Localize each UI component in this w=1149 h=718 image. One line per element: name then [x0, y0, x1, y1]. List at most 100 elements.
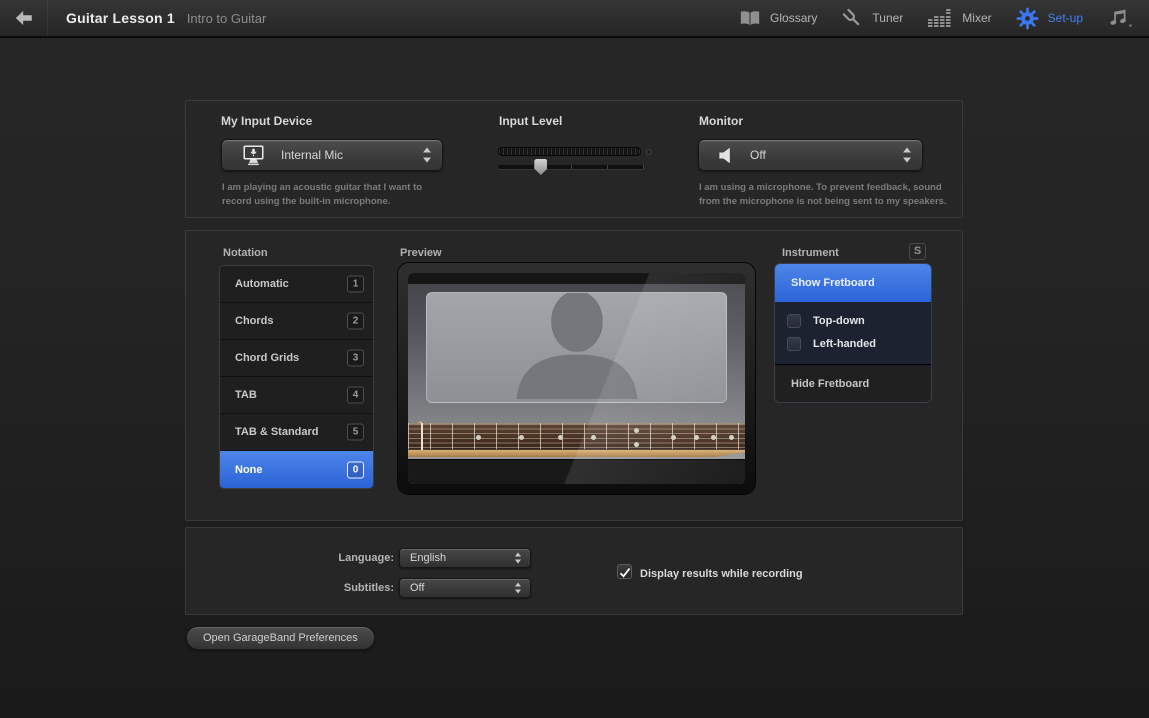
key-badge: 4 [347, 387, 364, 404]
show-fretboard-button[interactable]: Show Fretboard [775, 264, 931, 302]
fret-dot [519, 435, 524, 440]
notation-item-automatic[interactable]: Automatic 1 [220, 266, 373, 303]
clip-indicator-led [646, 149, 652, 155]
lesson-display-panel: Notation Automatic 1 Chords 2 Chord Grid… [185, 230, 963, 521]
key-badge: 0 [347, 461, 364, 478]
key-badge: 5 [347, 424, 364, 441]
garageband-lesson-window: Guitar Lesson 1 Intro to Guitar Glossary… [0, 0, 1149, 718]
monitor-dropdown[interactable]: Off [698, 139, 923, 171]
open-preferences-button[interactable]: Open GarageBand Preferences [186, 626, 375, 650]
notation-item-none[interactable]: None 0 [220, 451, 373, 488]
back-button[interactable] [0, 0, 48, 36]
fret-dot [694, 435, 699, 440]
person-silhouette-icon [482, 292, 672, 403]
guitar-neck [408, 450, 745, 457]
video-preview [398, 263, 755, 494]
open-preferences-label: Open GarageBand Preferences [203, 632, 358, 644]
preview-screen [408, 273, 745, 484]
stepper-arrows-icon [423, 148, 432, 163]
slider-tick [643, 165, 644, 169]
input-device-dropdown[interactable]: Internal Mic [221, 139, 443, 171]
nav-mixer-label: Mixer [962, 11, 991, 25]
notation-item-label: Automatic [235, 278, 289, 290]
top-down-checkbox[interactable] [787, 314, 801, 328]
key-badge: 3 [347, 350, 364, 367]
input-level-meter [498, 147, 641, 156]
audio-setup-panel: My Input Device Internal Mic I am playin… [185, 100, 963, 218]
gear-icon [1016, 7, 1039, 30]
check-icon [619, 566, 631, 584]
stepper-arrows-icon [515, 553, 522, 564]
nav-instrument-menu[interactable] [1107, 7, 1133, 29]
notation-item-label: TAB [235, 389, 257, 401]
subtitles-value: Off [410, 582, 424, 594]
fret-dot [634, 428, 639, 433]
nav-setup[interactable]: Set-up [1016, 7, 1083, 30]
fret-dot [671, 435, 676, 440]
monitor-description: I am using a microphone. To prevent feed… [699, 181, 951, 210]
preview-top-strip [408, 273, 745, 284]
input-level-slider[interactable] [498, 165, 644, 169]
notation-item-label: Chords [235, 315, 274, 327]
nav-tuner[interactable]: Tuner [841, 7, 903, 29]
notation-item-label: Chord Grids [235, 352, 299, 364]
top-down-label: Top-down [813, 315, 865, 327]
option-top-down: Top-down [775, 309, 931, 332]
stepper-arrows-icon [515, 583, 522, 594]
teacher-video-placeholder [426, 292, 727, 403]
slider-tick [571, 165, 572, 169]
tuning-fork-icon [841, 7, 863, 29]
input-device-value: Internal Mic [281, 148, 343, 162]
hide-fretboard-button[interactable]: Hide Fretboard [775, 364, 931, 402]
stepper-arrows-icon [903, 148, 912, 163]
nav-glossary[interactable]: Glossary [739, 10, 817, 27]
notation-item-label: None [235, 464, 263, 476]
notation-item-chord-grids[interactable]: Chord Grids 3 [220, 340, 373, 377]
fretboard-options: Top-down Left-handed [775, 302, 931, 364]
language-dropdown[interactable]: English [399, 548, 531, 568]
notation-heading: Notation [223, 247, 268, 259]
guitar-fretboard [408, 423, 745, 450]
notation-item-tab-standard[interactable]: TAB & Standard 5 [220, 414, 373, 451]
monitor-heading: Monitor [699, 114, 743, 128]
speaker-icon [717, 146, 736, 165]
slider-tick [607, 165, 608, 169]
nav-setup-label: Set-up [1048, 11, 1083, 25]
music-notes-icon [1107, 7, 1133, 29]
guitar-nut [421, 423, 423, 450]
subtitles-label: Subtitles: [294, 582, 394, 594]
input-device-description: I am playing an acoustic guitar that I w… [222, 181, 454, 210]
mixer-icon [927, 8, 953, 28]
topbar-nav: Glossary Tuner Mixer [715, 7, 1149, 30]
key-badge: 2 [347, 313, 364, 330]
fret-dot [558, 435, 563, 440]
preview-heading: Preview [400, 247, 442, 259]
language-label: Language: [294, 552, 394, 564]
nav-mixer[interactable]: Mixer [927, 8, 991, 28]
input-level-handle[interactable] [534, 159, 547, 175]
fret-dot [634, 442, 639, 447]
notation-list: Automatic 1 Chords 2 Chord Grids 3 TAB 4… [219, 265, 374, 489]
notation-item-tab[interactable]: TAB 4 [220, 377, 373, 414]
language-panel: Language: English Subtitles: Off Display… [185, 527, 963, 615]
titlebar: Guitar Lesson 1 Intro to Guitar Glossary… [0, 0, 1149, 38]
subtitles-dropdown[interactable]: Off [399, 578, 531, 598]
shortcut-key-badge: S [909, 243, 926, 260]
language-value: English [410, 552, 446, 564]
fret-dot [476, 435, 481, 440]
key-badge: 1 [347, 276, 364, 293]
lesson-subtitle: Intro to Guitar [187, 11, 266, 26]
notation-item-label: TAB & Standard [235, 426, 319, 438]
back-arrow-icon [14, 9, 34, 27]
fret-dot [729, 435, 734, 440]
input-level-heading: Input Level [499, 114, 562, 128]
nav-glossary-label: Glossary [770, 11, 817, 25]
input-device-heading: My Input Device [221, 114, 312, 128]
display-results-label: Display results while recording [640, 568, 803, 580]
fret-dot [711, 435, 716, 440]
nav-tuner-label: Tuner [872, 11, 903, 25]
notation-item-chords[interactable]: Chords 2 [220, 303, 373, 340]
left-handed-checkbox[interactable] [787, 337, 801, 351]
monitor-value: Off [750, 148, 766, 162]
display-results-checkbox[interactable] [617, 564, 632, 579]
